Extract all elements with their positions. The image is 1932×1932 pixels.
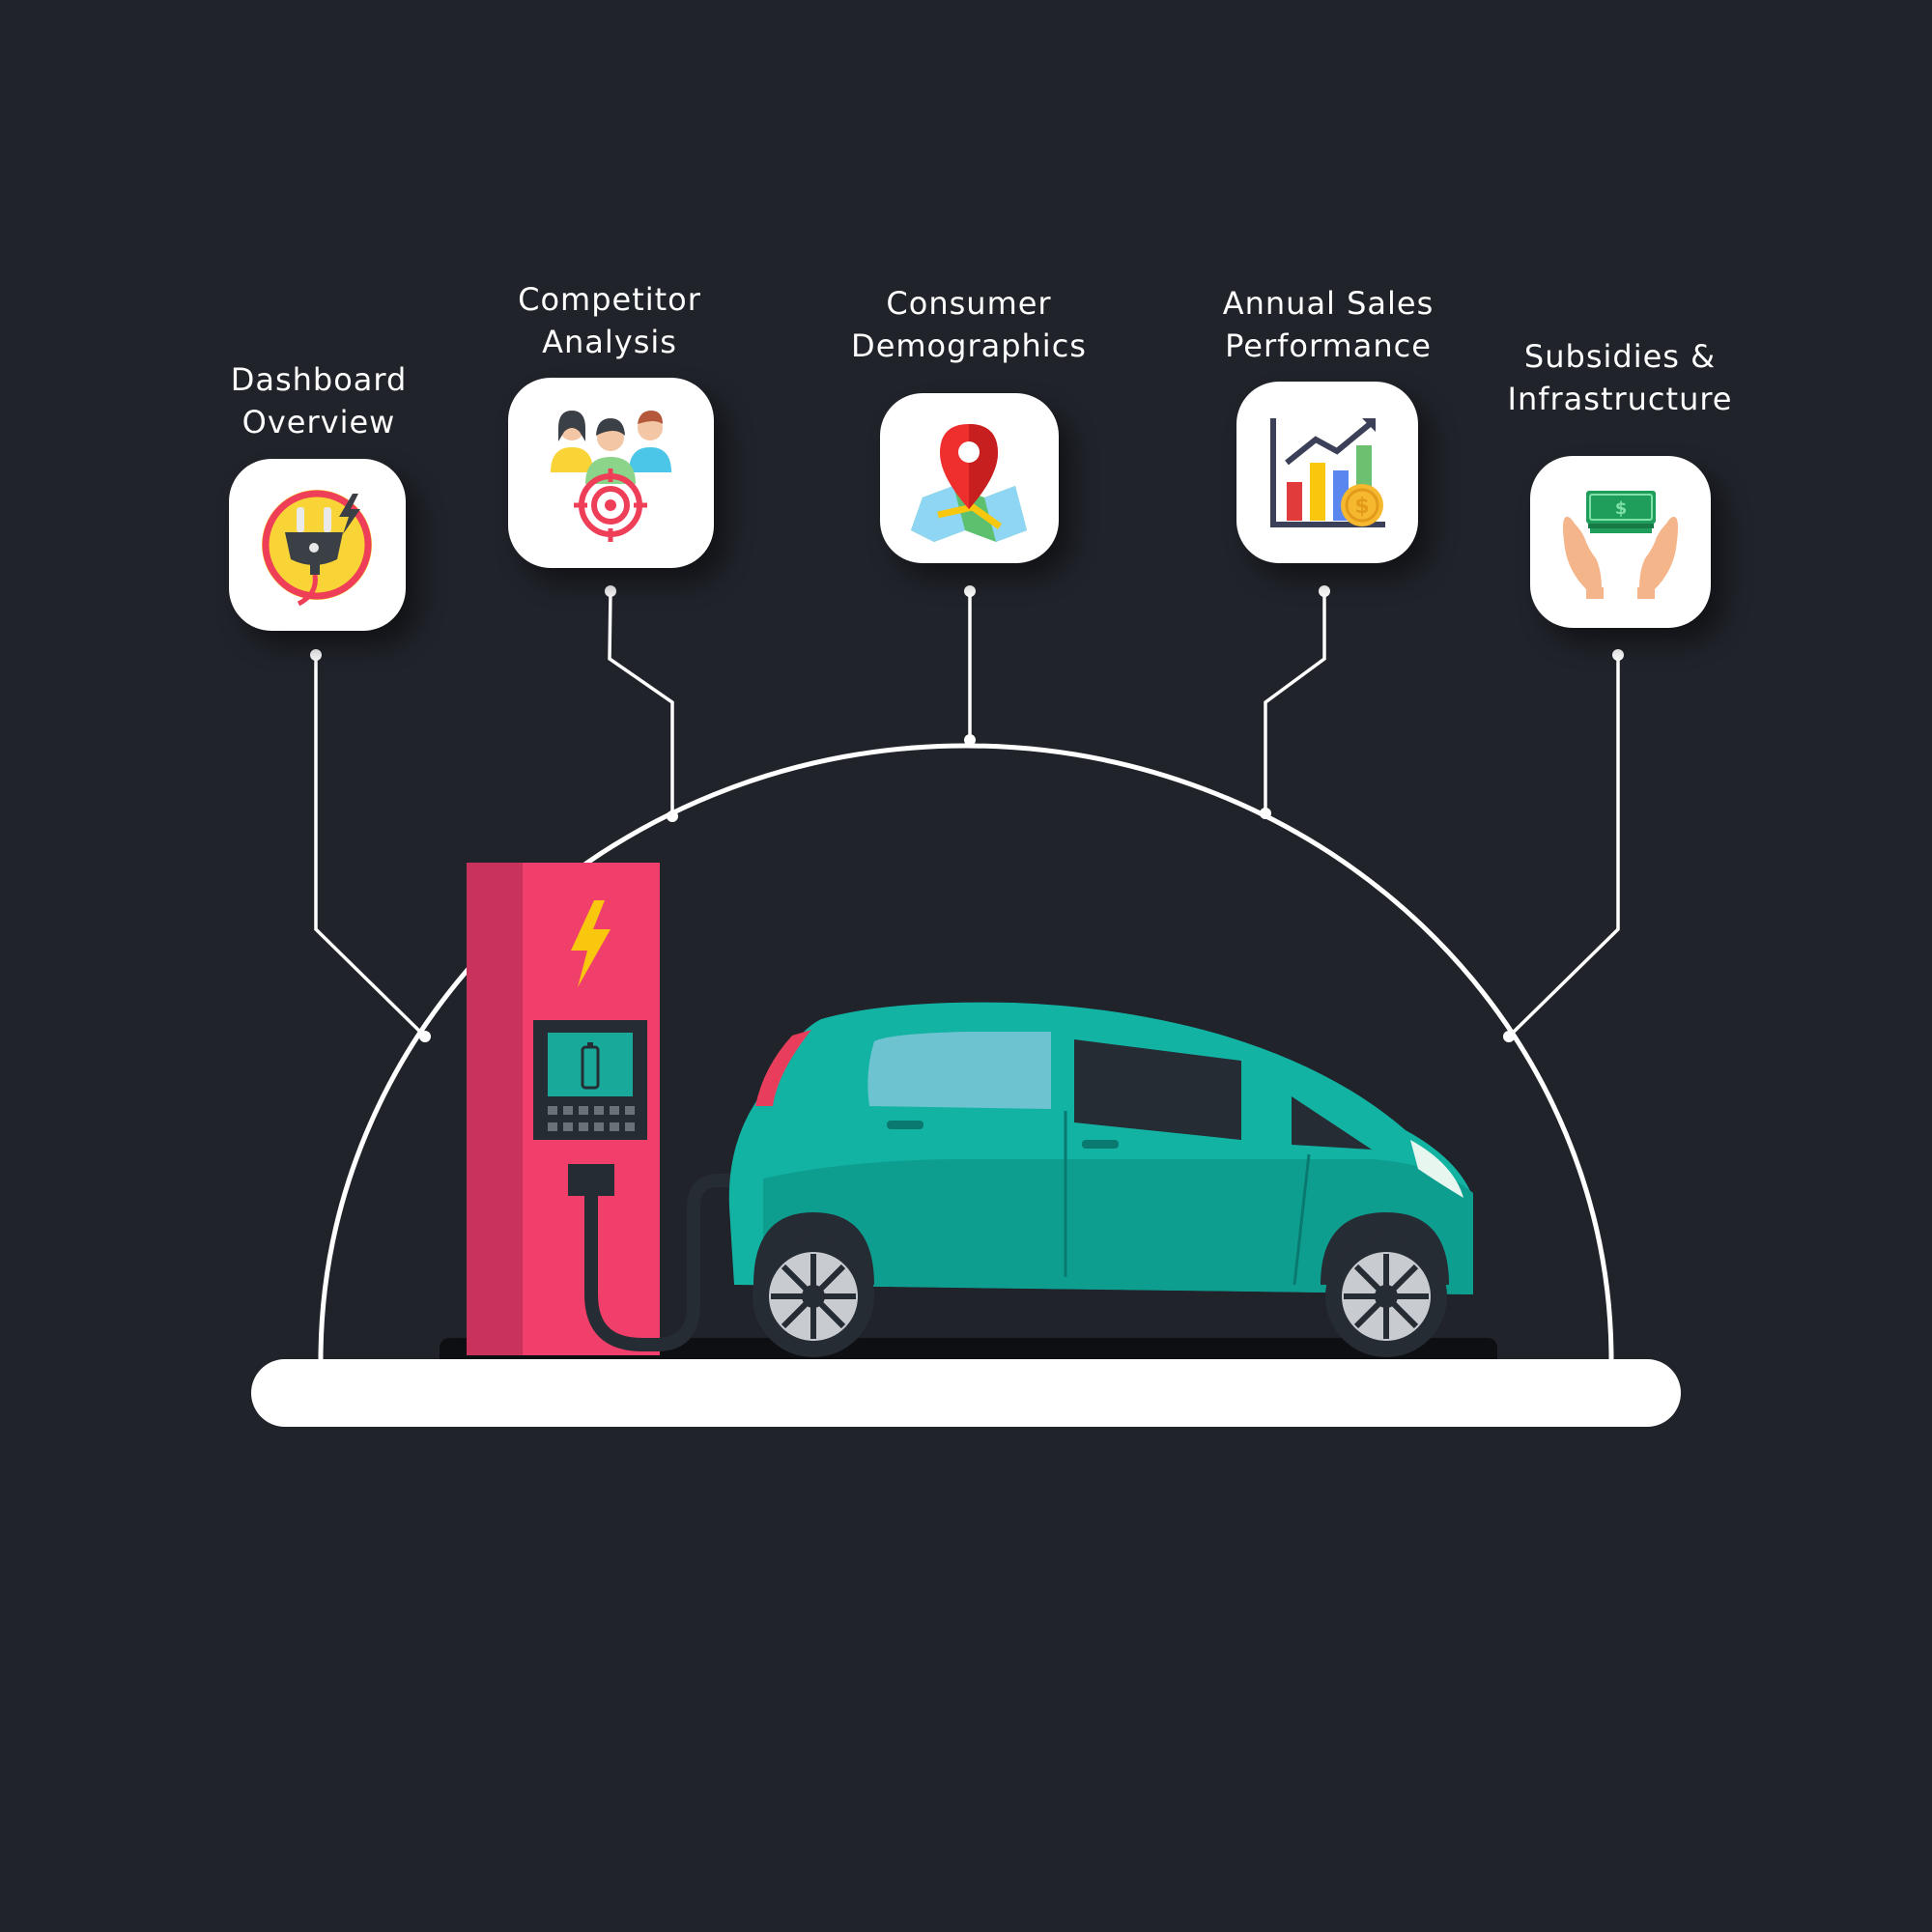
label-competitor-analysis: Competitor Analysis (465, 278, 754, 363)
connector-subsidies (1507, 655, 1620, 1038)
subsidies-infrastructure-card[interactable]: $ (1530, 456, 1711, 628)
charging-station (467, 863, 755, 1355)
label-line: Annual Sales (1222, 285, 1435, 322)
label-line: Subsidies & (1523, 338, 1717, 375)
label-line: Dashboard (230, 361, 408, 398)
label-line: Analysis (542, 324, 677, 360)
connector-dashboard (314, 655, 427, 1038)
front-wheel (753, 1236, 874, 1357)
label-line: Competitor (518, 281, 701, 318)
svg-text:$: $ (1615, 498, 1628, 519)
label-annual-sales-performance: Annual Sales Performance (1183, 282, 1473, 367)
competitor-analysis-card[interactable] (508, 378, 714, 568)
power-plug-icon (262, 490, 372, 607)
electric-car (728, 1002, 1473, 1357)
connector-competitor (608, 590, 674, 816)
ev-infographic: Dashboard Overview Competitor Analysis C… (0, 0, 1932, 1932)
platform-base (251, 1359, 1681, 1427)
money-hands-icon: $ (1563, 491, 1678, 599)
label-line: Demographics (851, 327, 1087, 364)
label-line: Infrastructure (1507, 381, 1733, 417)
label-consumer-demographics: Consumer Demographics (824, 282, 1114, 367)
label-dashboard-overview: Dashboard Overview (174, 358, 464, 443)
svg-text:$: $ (1354, 495, 1369, 519)
target-audience-icon (551, 411, 671, 542)
label-line: Performance (1225, 327, 1432, 364)
label-line: Consumer (886, 285, 1052, 322)
connector-sales (1264, 591, 1326, 813)
label-line: Overview (242, 404, 396, 440)
consumer-demographics-card[interactable] (880, 393, 1059, 563)
rear-wheel (1325, 1236, 1447, 1357)
map-pin-icon (911, 424, 1027, 542)
dashboard-overview-card[interactable] (229, 459, 406, 631)
bar-chart-icon: $ (1270, 418, 1385, 527)
label-subsidies-infrastructure: Subsidies & Infrastructure (1475, 335, 1765, 420)
annual-sales-performance-card[interactable]: $ (1236, 382, 1418, 563)
